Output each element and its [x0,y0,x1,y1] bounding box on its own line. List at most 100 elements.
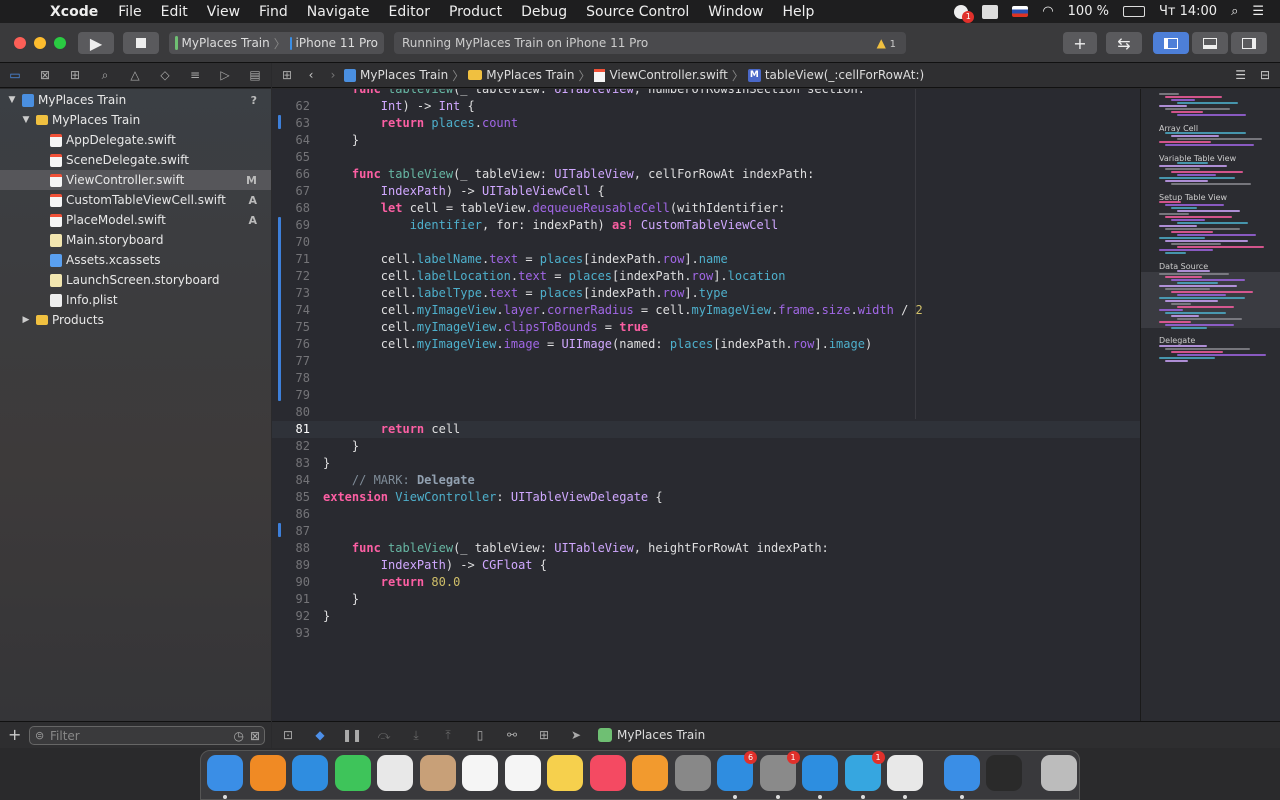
close-window-button[interactable] [14,36,26,49]
minimize-window-button[interactable] [34,36,46,49]
code-line[interactable]: func tableView(_ tableView: UITableView,… [272,89,1140,98]
menu-edit[interactable]: Edit [161,4,188,20]
warning-indicator[interactable]: ▲ 1 [877,36,896,50]
code-line[interactable]: 72 cell.labelLocation.text = places[inde… [272,268,1140,285]
memory-graph-icon[interactable]: ⚯ [496,728,528,742]
photos-icon[interactable] [377,755,413,791]
breakpoint-navigator-icon[interactable]: ▷ [210,68,240,82]
recent-files-icon[interactable]: ◷ [234,729,244,743]
line-number[interactable]: 84 [272,472,310,489]
code-line[interactable]: 64 } [272,132,1140,149]
line-number[interactable]: 81 [272,421,310,438]
pause-icon[interactable]: ❚❚ [336,728,368,742]
scheme-selector[interactable]: MyPlaces Train 〉 iPhone 11 Pro [169,32,384,54]
notification-icon[interactable]: 1 [954,4,975,23]
source-control-filter-icon[interactable]: ⊠ [250,729,260,743]
step-over-icon[interactable]: ⤼ [368,728,400,743]
simulator-icon[interactable] [943,755,980,799]
system-preferences-icon[interactable]: 1 [759,751,800,799]
code-review-button[interactable]: ⇆ [1106,32,1142,54]
trash-icon[interactable] [1040,755,1077,791]
code-line[interactable]: 82 } [272,438,1140,455]
flag-icon[interactable] [1012,6,1029,17]
hide-debug-area-icon[interactable]: ⊡ [272,728,304,742]
navigator-row[interactable]: CustomTableViewCell.swift A [0,190,271,210]
forward-icon[interactable]: › [322,68,344,82]
change-bar[interactable] [278,217,281,401]
code-line[interactable]: 88 func tableView(_ tableView: UITableVi… [272,540,1140,557]
code-line[interactable]: 67 IndexPath) -> UITableViewCell { [272,183,1140,200]
code-line[interactable]: 70 [272,234,1140,251]
line-number[interactable]: 65 [272,149,310,166]
code-line[interactable]: 81 return cell [272,421,1140,438]
code-line[interactable]: 62 Int) -> Int { [272,98,1140,115]
line-number[interactable]: 62 [272,98,310,115]
zoom-window-button[interactable] [54,36,66,49]
line-number[interactable]: 93 [272,625,310,642]
code-line[interactable]: 65 [272,149,1140,166]
code-line[interactable]: 91 } [272,591,1140,608]
line-number[interactable]: 83 [272,455,310,472]
navigator-row[interactable]: Info.plist [0,290,271,310]
line-number[interactable]: 88 [272,540,310,557]
navigator-row[interactable]: SceneDelegate.swift [0,150,271,170]
quicktime-icon[interactable] [986,755,1022,791]
code-line[interactable]: 86 [272,506,1140,523]
menu-editor[interactable]: Editor [389,4,430,20]
line-number[interactable]: 86 [272,506,310,523]
search-icon[interactable]: ⌕ [1231,4,1238,19]
navigator-row[interactable]: PlaceModel.swift A [0,210,271,230]
app-menu[interactable]: Xcode [50,4,98,20]
stop-button[interactable] [123,32,159,54]
line-number[interactable]: 92 [272,608,310,625]
crumb-symbol[interactable]: tableView(_:cellForRowAt:) [765,68,924,82]
add-editor-icon[interactable]: ⊟ [1260,68,1270,82]
disclosure-triangle-icon[interactable]: ▼ [6,95,18,105]
line-number[interactable]: 82 [272,438,310,455]
navigator-row[interactable]: Assets.xcassets [0,250,271,270]
menu-view[interactable]: View [207,4,240,20]
minimap[interactable]: Array Cell Variable Table View Setup Table… [1140,89,1280,721]
code-line[interactable]: 73 cell.labelType.text = places[indexPat… [272,285,1140,302]
line-number[interactable]: 67 [272,183,310,200]
menu-source-control[interactable]: Source Control [586,4,689,20]
code-line[interactable]: 87 [272,523,1140,540]
finder-icon[interactable] [207,755,243,799]
xcode-icon[interactable] [802,755,838,799]
code-line[interactable]: 63 return places.count [272,115,1140,132]
step-out-icon[interactable]: ⤒ [432,728,464,743]
editor-options-icon[interactable]: ☰ [1235,68,1246,82]
debug-navigator-icon[interactable]: ≡ [180,68,210,82]
code-line[interactable]: 78 [272,370,1140,387]
menu-window[interactable]: Window [708,4,763,20]
music-icon[interactable] [589,755,626,791]
app-store-icon[interactable]: 6 [717,751,757,799]
code-line[interactable]: 75 cell.myImageView.clipsToBounds = true [272,319,1140,336]
toggle-navigator-button[interactable] [1153,32,1189,54]
reminders-icon[interactable] [504,755,541,791]
symbol-navigator-icon[interactable]: ⊞ [60,68,90,82]
code-line[interactable]: 85 extension ViewController: UITableViewD… [272,489,1140,506]
menu-help[interactable]: Help [783,4,815,20]
battery-label[interactable]: 100 % [1068,4,1109,19]
add-file-icon[interactable]: + [8,725,21,744]
navigator-row[interactable]: AppDelegate.swift [0,130,271,150]
menu-product[interactable]: Product [449,4,502,20]
report-navigator-icon[interactable]: ▤ [240,68,270,82]
test-navigator-icon[interactable]: ◇ [150,68,180,82]
toggle-debug-area-button[interactable] [1192,32,1228,54]
navigator-row[interactable]: ViewController.swift M [0,170,271,190]
navigator-row[interactable]: Main.storyboard [0,230,271,250]
breakpoints-toggle-icon[interactable]: ◆ [304,728,336,742]
code-line[interactable]: 68 let cell = tableView.dequeueReusableC… [272,200,1140,217]
environment-overrides-icon[interactable]: ⊞ [528,728,560,742]
chat-icon[interactable] [982,4,999,19]
books-icon[interactable] [249,755,286,791]
disclosure-triangle-icon[interactable]: ▼ [20,115,32,125]
change-bar[interactable] [278,115,281,129]
line-number[interactable]: 90 [272,574,310,591]
line-number[interactable]: 89 [272,557,310,574]
find-navigator-icon[interactable]: ⌕ [90,68,120,83]
code-line[interactable]: 76 cell.myImageView.image = UIImage(name… [272,336,1140,353]
code-line[interactable]: 69 identifier, for: indexPath) as! Custo… [272,217,1140,234]
